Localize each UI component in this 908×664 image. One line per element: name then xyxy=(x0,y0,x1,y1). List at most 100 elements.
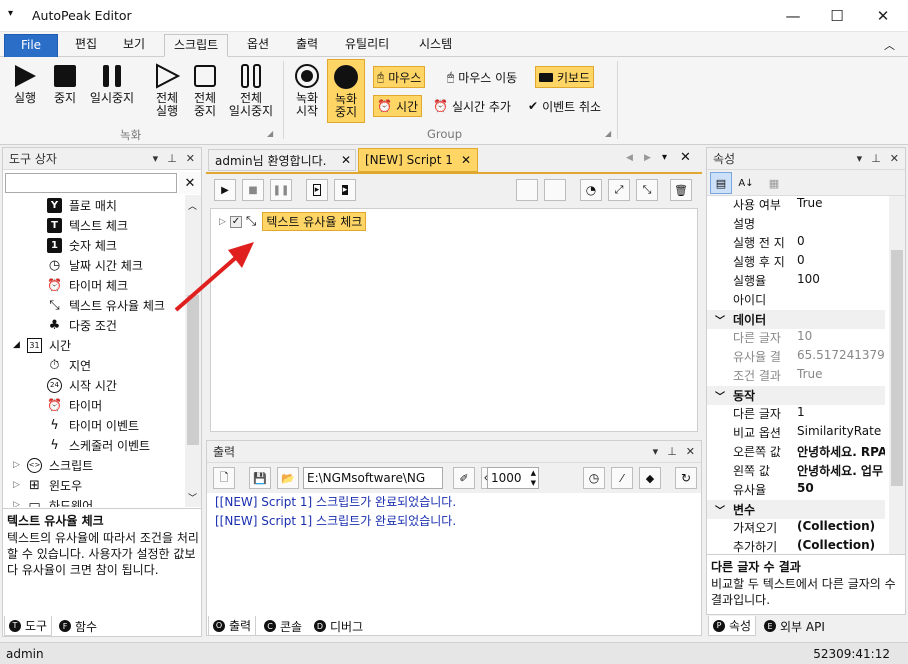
category-data[interactable]: ﹀ 데이터 xyxy=(707,310,885,329)
mouse-move-toggle[interactable]: 🖱 마우스 이동 xyxy=(444,66,520,88)
pin-icon[interactable]: ⊥ xyxy=(667,445,677,458)
group-expand-icon[interactable]: ◢ xyxy=(267,129,273,138)
stop-all-button[interactable]: 전체 중지 xyxy=(189,63,221,118)
tab-external-api[interactable]: E 외부 API xyxy=(760,616,829,636)
delete-button[interactable]: 🗑 xyxy=(670,179,692,201)
blank-button[interactable] xyxy=(516,179,538,201)
tab-output[interactable]: 출력 xyxy=(287,34,327,57)
property-row[interactable]: 실행 전 지0 xyxy=(707,234,885,253)
doc-tab-welcome[interactable]: admin님 환영합니다. ✕ xyxy=(208,149,356,171)
expand-button[interactable]: ⤢ xyxy=(608,179,630,201)
tree-group-script[interactable]: ▷ <> 스크립트 xyxy=(13,455,93,475)
tree-item[interactable]: ⏱ 지연 xyxy=(47,355,91,375)
property-row[interactable]: 실행율 100 xyxy=(707,272,885,291)
timestamp-button[interactable]: ◷ xyxy=(583,467,605,489)
properties-scrollbar[interactable] xyxy=(889,196,905,554)
close-tab-icon[interactable]: ✕ xyxy=(461,153,471,167)
pause-all-button[interactable]: 전체 일시중지 xyxy=(226,63,276,118)
tree-item[interactable]: 1 숫자 체크 xyxy=(47,235,117,255)
tab-view[interactable]: 보기 xyxy=(114,34,154,57)
run-button[interactable]: 실행 xyxy=(10,63,40,105)
tab-system[interactable]: 시스템 xyxy=(410,34,461,57)
close-icon[interactable]: ✕ xyxy=(890,152,899,165)
group-expand-icon[interactable]: ◢ xyxy=(605,129,611,138)
tab-functions[interactable]: F 함수 xyxy=(55,616,101,636)
script-step-button[interactable]: ▸ xyxy=(306,179,328,201)
close-tab-icon[interactable]: ✕ xyxy=(341,153,351,167)
script-run-button[interactable]: ▶ xyxy=(214,179,236,201)
file-tab[interactable]: File xyxy=(4,34,58,57)
tree-item[interactable]: ⏰ 타이머 체크 xyxy=(47,275,128,295)
category-action[interactable]: ﹀ 동작 xyxy=(707,386,885,405)
refresh-button[interactable]: ↻ xyxy=(675,467,697,489)
keyboard-toggle[interactable]: 키보드 xyxy=(535,66,595,88)
tree-item[interactable]: 24 시작 시간 xyxy=(47,375,117,395)
tree-item[interactable]: T 텍스트 체크 xyxy=(47,215,128,235)
mouse-toggle[interactable]: 🖰 마우스 xyxy=(373,66,426,88)
record-start-button[interactable]: 녹화 시작 xyxy=(290,63,324,118)
realtime-add-button[interactable]: ⏰ 실시간 추가 xyxy=(430,95,514,117)
new-log-button[interactable]: 🗋 xyxy=(213,467,235,489)
property-row[interactable]: 추가하기 (Collection) xyxy=(707,538,885,554)
tab-console[interactable]: C 콘솔 xyxy=(260,616,306,636)
tree-item[interactable]: ⏰ 타이머 xyxy=(47,395,102,415)
minimize-button[interactable]: — xyxy=(770,0,816,32)
pin-icon[interactable]: ⊥ xyxy=(871,152,881,165)
dropdown-icon[interactable]: ▾ xyxy=(857,152,863,165)
tab-edit[interactable]: 편집 xyxy=(66,34,106,57)
property-row[interactable]: 다른 글자 10 xyxy=(707,329,885,348)
dropdown-icon[interactable]: ▾ xyxy=(153,152,159,165)
property-pages-button[interactable]: ▦ xyxy=(763,172,785,194)
clear-search-button[interactable]: ✕ xyxy=(179,172,201,194)
stop-button[interactable]: 중지 xyxy=(50,63,80,105)
tree-group-hardware[interactable]: ▷ ▭ 하드웨어 xyxy=(13,495,93,508)
tree-group-time[interactable]: ◢ 31 시간 xyxy=(13,335,71,355)
script-step-into-button[interactable]: ▸ xyxy=(334,179,356,201)
property-row[interactable]: 설명 xyxy=(707,215,885,234)
tab-debug[interactable]: D 디버그 xyxy=(310,616,367,636)
pause-button[interactable]: 일시중지 xyxy=(86,63,138,105)
categorized-view-button[interactable]: ▤ xyxy=(710,172,732,194)
property-row[interactable]: 비교 옵션 SimilarityRate xyxy=(707,424,885,443)
tree-item[interactable]: ◷ 날짜 시간 체크 xyxy=(47,255,143,275)
tree-item[interactable]: ♣ 다중 조건 xyxy=(47,315,117,335)
close-button[interactable]: ✕ xyxy=(860,0,906,32)
tree-item[interactable]: ϟ 타이머 이벤트 xyxy=(47,415,139,435)
script-stop-button[interactable]: ■ xyxy=(242,179,264,201)
close-icon[interactable]: ✕ xyxy=(686,445,695,458)
save-button[interactable]: 💾 xyxy=(249,467,271,489)
property-row[interactable]: 왼쪽 값 안녕하세요. 업무 xyxy=(707,462,885,481)
property-row[interactable]: 다른 글자 1 xyxy=(707,405,885,424)
maximize-button[interactable]: ☐ xyxy=(814,0,860,32)
tab-utility[interactable]: 유틸리티 xyxy=(336,34,398,57)
property-row[interactable]: 유사율 50 xyxy=(707,481,885,500)
record-stop-button[interactable]: 녹화 중지 xyxy=(327,59,365,123)
property-row[interactable]: 아이디 xyxy=(707,291,885,310)
scroll-left-icon[interactable]: ◀ xyxy=(626,153,633,163)
quick-access-menu-icon[interactable]: ▾ xyxy=(8,8,13,19)
property-row[interactable]: 유사율 결65.5172413793103 xyxy=(707,348,885,367)
tab-output-panel[interactable]: O 출력 xyxy=(208,616,257,636)
script-pause-button[interactable]: ❚❚ xyxy=(270,179,292,201)
tree-item[interactable]: ⤡ 텍스트 유사율 체크 xyxy=(47,295,165,315)
script-canvas[interactable]: ▷ ✓ ⤡ 텍스트 유사율 체크 xyxy=(210,208,698,432)
property-row[interactable]: 실행 후 지0 xyxy=(707,253,885,272)
dropdown-icon[interactable]: ▾ xyxy=(653,445,659,458)
category-variables[interactable]: ﹀ 변수 xyxy=(707,500,885,519)
blank-button[interactable] xyxy=(544,179,566,201)
open-folder-button[interactable]: 📂 xyxy=(277,467,299,489)
tab-script[interactable]: 스크립트 xyxy=(164,34,229,57)
property-row[interactable]: 가져오기 (Collection) xyxy=(707,519,885,538)
close-doc-icon[interactable]: ✕ xyxy=(680,150,691,165)
color-button[interactable]: ⁄ xyxy=(611,467,633,489)
clean-button[interactable]: ✐ xyxy=(453,467,475,489)
pin-icon[interactable]: ⊥ xyxy=(167,152,177,165)
doc-list-icon[interactable]: ▾ xyxy=(662,152,667,163)
property-row[interactable]: 조건 결과 True xyxy=(707,367,885,386)
tab-properties[interactable]: P 속성 xyxy=(708,616,757,636)
run-all-button[interactable]: 전체 실행 xyxy=(150,63,184,118)
scroll-right-icon[interactable]: ▶ xyxy=(644,153,651,163)
collapse-ribbon-icon[interactable]: ︿ xyxy=(884,37,895,53)
event-cancel-button[interactable]: ✔ 이벤트 취소 xyxy=(525,95,604,117)
close-icon[interactable]: ✕ xyxy=(186,152,195,165)
